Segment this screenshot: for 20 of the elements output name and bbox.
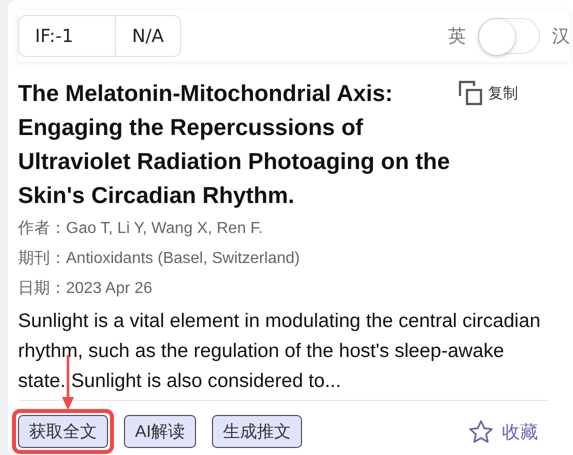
action-button[interactable]: 获取全文 bbox=[18, 415, 108, 448]
article-title: The Melatonin-Mitochondrial Axis: Engaging the Repercussions of Ultraviolet Radiation Photoaging on the Skin's Circadian Rhythm. bbox=[18, 79, 451, 210]
metric-label: IF:-1 bbox=[19, 16, 116, 56]
copy-icon bbox=[458, 80, 484, 106]
meta-label: 期刊： bbox=[18, 249, 66, 269]
copy-button[interactable]: 复制 bbox=[458, 80, 518, 106]
star-icon bbox=[468, 418, 494, 444]
meta-value: 2023 Apr 26 bbox=[66, 279, 152, 299]
meta-label: 作者： bbox=[18, 218, 66, 239]
meta-value: Gao T, Li Y, Wang X, Ren F. bbox=[66, 219, 263, 239]
chinese-label: 汉 bbox=[552, 25, 570, 48]
english-label: 英 bbox=[448, 25, 466, 48]
metric-label: N/A bbox=[131, 24, 165, 48]
meta-value: Antioxidants (Basel, Switzerland) bbox=[66, 249, 300, 269]
abstract-text: Sunlight is a vital element in modulating the central circadian rhythm, such as the regulation of the host's sleep-awake state. Sunlight is also considered to... bbox=[18, 306, 548, 401]
meta-label: 日期： bbox=[18, 279, 66, 299]
favorite-button[interactable]: 收藏 bbox=[462, 418, 544, 446]
action-button[interactable]: 生成推文 bbox=[212, 415, 302, 448]
action-button[interactable]: AI解读 bbox=[124, 415, 196, 448]
language-toggle[interactable] bbox=[478, 18, 540, 54]
